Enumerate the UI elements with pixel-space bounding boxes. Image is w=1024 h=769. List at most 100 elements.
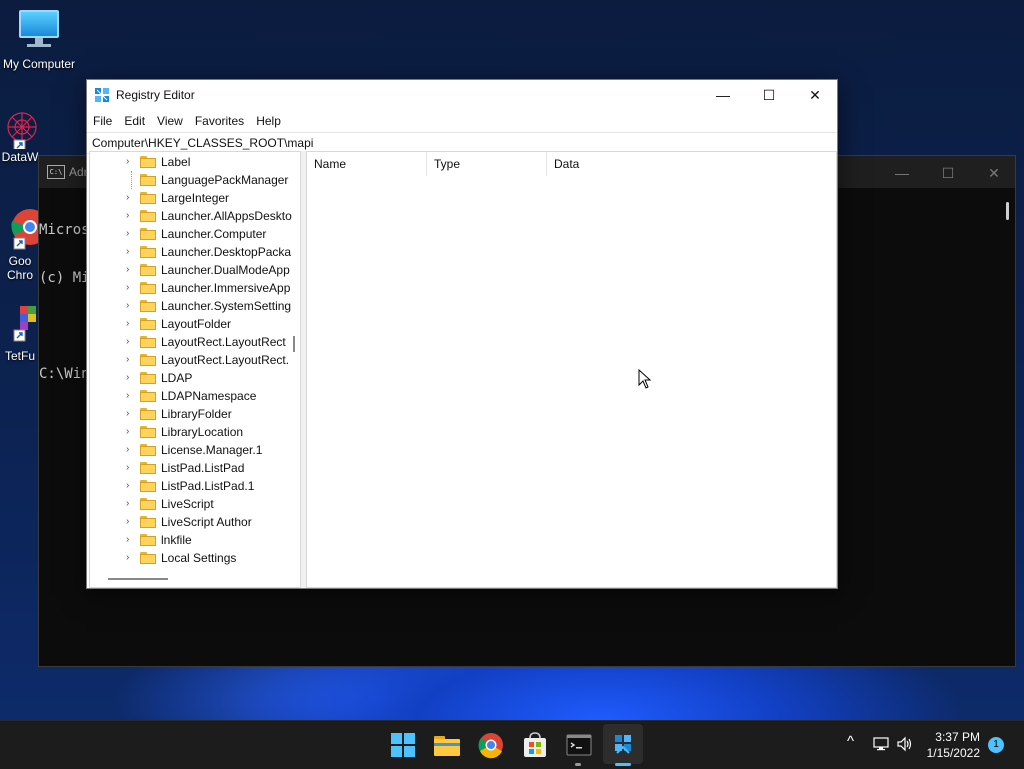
expand-chevron-icon[interactable]: › — [126, 369, 136, 387]
menu-favorites[interactable]: Favorites — [195, 114, 252, 128]
expand-chevron-icon[interactable]: › — [126, 531, 136, 549]
regedit-titlebar[interactable]: Registry Editor — ☐ ✕ — [87, 80, 837, 110]
folder-icon — [140, 264, 156, 276]
tree-node-label: LayoutRect.LayoutRect. — [161, 353, 290, 367]
volume-icon[interactable] — [896, 735, 914, 753]
expand-chevron-icon[interactable]: › — [126, 351, 136, 369]
tree-node[interactable]: › Launcher.Computer — [90, 225, 300, 243]
menu-view[interactable]: View — [157, 114, 191, 128]
regedit-icon[interactable] — [607, 729, 639, 761]
tree-node[interactable]: › Launcher.DesktopPacka — [90, 243, 300, 261]
expand-chevron-icon[interactable]: › — [126, 315, 136, 333]
column-header-type[interactable]: Type — [427, 152, 547, 176]
expand-chevron-icon[interactable]: › — [126, 225, 136, 243]
tree-node[interactable]: LanguagePackManager — [90, 171, 300, 189]
tree-node[interactable]: › Launcher.SystemSetting — [90, 297, 300, 315]
folder-icon — [140, 552, 156, 564]
tree-node[interactable]: › License.Manager.1 — [90, 441, 300, 459]
menu-edit[interactable]: Edit — [124, 114, 153, 128]
tree-vertical-scrollbar-thumb[interactable] — [293, 336, 295, 352]
notification-badge[interactable]: 1 — [988, 737, 1004, 753]
tree-node[interactable]: › Launcher.DualModeApp — [90, 261, 300, 279]
store-icon[interactable] — [519, 729, 551, 761]
tree-node[interactable]: › lnkfile — [90, 531, 300, 549]
regedit-maximize-button[interactable]: ☐ — [746, 80, 792, 110]
values-list[interactable]: Name Type Data — [306, 151, 837, 588]
tree-node[interactable]: › Launcher.ImmersiveApp — [90, 279, 300, 297]
expand-chevron-icon[interactable]: › — [126, 333, 136, 351]
expand-chevron-icon[interactable]: › — [126, 405, 136, 423]
menu-file[interactable]: File — [93, 114, 120, 128]
registry-tree[interactable]: › Local Settings › lnkfile › LiveScript Autho… — [89, 151, 301, 588]
cmd-scrollbar-thumb[interactable] — [1006, 202, 1009, 220]
cmd-maximize-button[interactable]: ☐ — [925, 162, 971, 184]
google-chrome-shortcut[interactable]: Goo Chro — [0, 205, 40, 285]
folder-icon — [140, 228, 156, 240]
folder-icon — [140, 192, 156, 204]
tree-node-label: lnkfile — [161, 533, 192, 547]
datawarrior-shortcut[interactable]: DataW — [0, 105, 40, 171]
start-icon[interactable] — [387, 729, 419, 761]
expand-chevron-icon[interactable]: › — [126, 297, 136, 315]
tree-horizontal-scrollbar-thumb[interactable] — [108, 578, 168, 580]
tree-node[interactable]: › LayoutRect.LayoutRect — [90, 333, 300, 351]
expand-chevron-icon[interactable]: › — [126, 441, 136, 459]
tree-node[interactable]: › LibraryLocation — [90, 423, 300, 441]
tetfu-icon — [13, 306, 36, 342]
regedit-app-icon — [95, 88, 109, 102]
expand-chevron-icon[interactable]: › — [126, 513, 136, 531]
tree-node[interactable]: › Launcher.AllAppsDeskto — [90, 207, 300, 225]
menu-help[interactable]: Help — [256, 114, 289, 128]
regedit-minimize-button[interactable]: — — [700, 80, 746, 110]
tree-node-label: LibraryFolder — [161, 407, 232, 421]
column-header-data[interactable]: Data — [547, 152, 667, 176]
cmd-close-button[interactable]: ✕ — [971, 162, 1017, 184]
terminal-running-indicator — [575, 763, 581, 766]
tree-node[interactable]: › LayoutFolder — [90, 315, 300, 333]
expand-chevron-icon[interactable]: › — [126, 459, 136, 477]
tree-node-label: LibraryLocation — [161, 425, 244, 439]
tree-node[interactable]: › ListPad.ListPad.1 — [90, 477, 300, 495]
tree-node[interactable]: › Local Settings — [90, 549, 300, 567]
expand-chevron-icon[interactable]: › — [126, 207, 136, 225]
expand-chevron-icon[interactable]: › — [126, 189, 136, 207]
my-computer-shortcut[interactable]: My Computer — [0, 8, 78, 71]
tree-node[interactable]: › Label — [90, 153, 300, 171]
chrome-icon[interactable] — [475, 729, 507, 761]
file-explorer-icon[interactable] — [431, 729, 463, 761]
column-header-name[interactable]: Name — [307, 152, 427, 176]
expand-chevron-icon[interactable]: › — [126, 495, 136, 513]
regedit-close-button[interactable]: ✕ — [792, 80, 838, 110]
tray-overflow-chevron-icon[interactable]: ^ — [847, 733, 854, 750]
expand-chevron-icon[interactable]: › — [126, 279, 136, 297]
tree-node[interactable]: › LiveScript — [90, 495, 300, 513]
expand-chevron-icon[interactable]: › — [126, 243, 136, 261]
tetfu-shortcut[interactable]: TetFu — [0, 300, 40, 370]
clock-time: 3:37 PM — [935, 730, 980, 744]
tree-node[interactable]: › LiveScript Author — [90, 513, 300, 531]
mouse-pointer-icon — [638, 369, 652, 389]
expand-chevron-icon[interactable]: › — [126, 387, 136, 405]
tree-node[interactable]: › LDAPNamespace — [90, 387, 300, 405]
expand-chevron-icon[interactable]: › — [126, 261, 136, 279]
regedit-active-indicator — [615, 763, 631, 766]
tree-node[interactable]: › LibraryFolder — [90, 405, 300, 423]
network-icon[interactable] — [872, 735, 890, 753]
expand-chevron-icon[interactable]: › — [126, 153, 136, 171]
expand-chevron-icon[interactable]: › — [126, 423, 136, 441]
tetfu-label: TetFu — [4, 349, 35, 363]
tree-node[interactable]: › LayoutRect.LayoutRect. — [90, 351, 300, 369]
tree-node[interactable]: › LargeInteger — [90, 189, 300, 207]
tree-node-label: LayoutFolder — [161, 317, 232, 331]
chrome-label-line1: Goo — [8, 254, 32, 268]
tree-node[interactable]: › LDAP — [90, 369, 300, 387]
tree-node-label: LiveScript — [161, 497, 214, 511]
registry-editor-window[interactable]: Registry Editor — ☐ ✕ File Edit View Fav… — [86, 79, 838, 589]
expand-chevron-icon[interactable]: › — [126, 477, 136, 495]
tree-node-label: LargeInteger — [161, 191, 230, 205]
system-clock[interactable]: 3:37 PM 1/15/2022 — [927, 729, 980, 761]
tree-node[interactable]: › ListPad.ListPad — [90, 459, 300, 477]
cmd-minimize-button[interactable]: — — [879, 162, 925, 184]
terminal-icon[interactable] — [563, 729, 595, 761]
expand-chevron-icon[interactable]: › — [126, 549, 136, 567]
